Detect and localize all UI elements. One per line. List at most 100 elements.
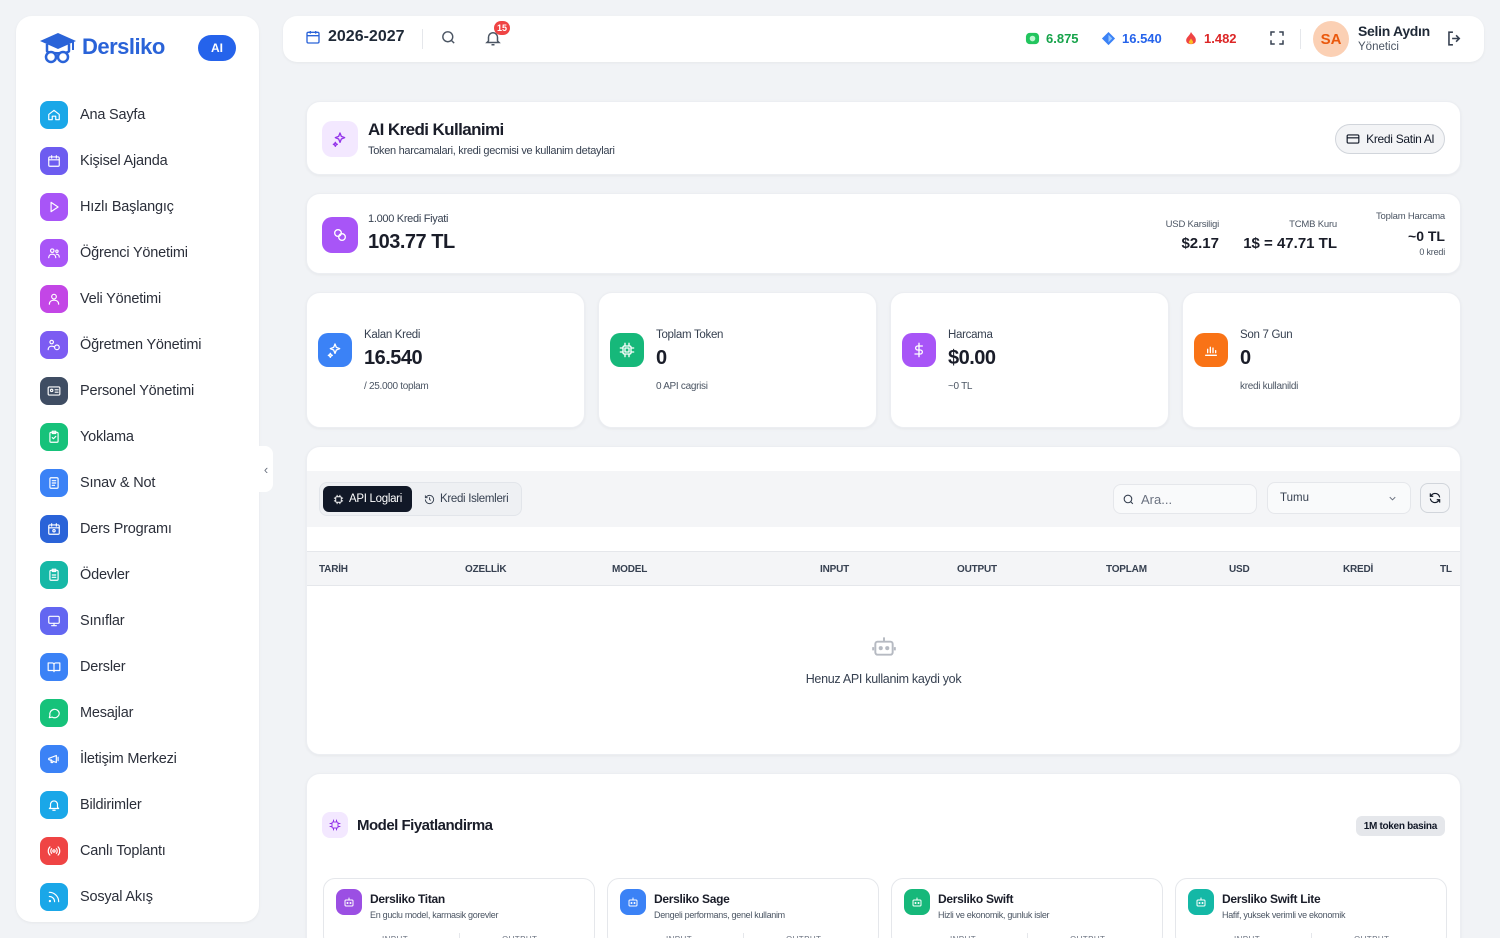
column-header[interactable]: OZELLİK [465,564,507,575]
sidebar-item-7[interactable]: Yoklama [40,414,250,460]
nav-icon-box [40,837,68,865]
column-header[interactable]: KREDİ [1343,564,1373,575]
nav-icon-box [40,101,68,129]
stat-card-2: Harcama $0.00 ~0 TL [890,292,1169,428]
column-header[interactable]: MODEL [612,564,647,575]
sidebar-item-6[interactable]: Personel Yönetimi [40,368,250,414]
filter-value: Tumu [1280,492,1309,504]
bell-icon [48,800,60,811]
column-header[interactable]: OUTPUT [957,564,997,575]
empty-state-text: Henuz API kullanim kaydi yok [805,672,962,686]
stat-icon-box [1194,333,1228,367]
logs-filter-select[interactable]: Tumu [1267,482,1411,514]
search-icon [442,31,455,44]
search-button[interactable] [440,29,457,51]
model-card-1[interactable]: Dersliko Sage Dengeli performans, genel k… [607,878,879,938]
sidebar-item-9[interactable]: Ders Programı [40,506,250,552]
sidebar-item-3[interactable]: Öğrenci Yönetimi [40,230,250,276]
users-icon [48,248,60,259]
column-header[interactable]: TARİH [319,564,348,575]
homework-icon [49,568,59,581]
nav-icon-box [40,285,68,313]
header-icon-box [322,121,358,157]
sidebar-item-4[interactable]: Veli Yönetimi [40,276,250,322]
column-header[interactable]: INPUT [820,564,849,575]
column-header[interactable]: USD [1229,564,1250,575]
sidebar-item-15[interactable]: Bildirimler [40,782,250,828]
sidebar-item-label: Veli Yönetimi [80,291,161,307]
avatar[interactable]: SA [1313,21,1349,57]
user-group-icon [48,293,60,305]
sidebar-item-13[interactable]: Mesajlar [40,690,250,736]
user-name: Selin Aydın [1358,23,1430,39]
sidebar-item-label: Öğretmen Yönetimi [80,337,202,353]
logs-search-input[interactable]: Ara... [1113,484,1257,514]
stat-value: 0 [656,347,667,369]
coins-stat[interactable]: 6.875 [1025,31,1079,46]
sidebar-item-1[interactable]: Kişisel Ajanda [40,138,250,184]
stat-icon-box [610,333,644,367]
play-icon [50,201,59,213]
stat-sub: ~0 TL [948,381,973,392]
sidebar-item-0[interactable]: Ana Sayfa [40,92,250,138]
sidebar-item-17[interactable]: Sosyal Akış [40,874,250,920]
sidebar-item-8[interactable]: Sınav & Not [40,460,250,506]
pricing-unit-badge: 1M token basina [1355,816,1445,836]
academic-year: 2026-2027 [328,28,405,45]
sidebar-item-10[interactable]: Ödevler [40,552,250,598]
sidebar-item-5[interactable]: Öğretmen Yönetimi [40,322,250,368]
sidebar-item-11[interactable]: Sınıflar [40,598,250,644]
sidebar-item-14[interactable]: İletişim Merkezi [40,736,250,782]
sidebar-item-16[interactable]: Canlı Toplantı [40,828,250,874]
fullscreen-button[interactable] [1268,29,1286,52]
sidebar-item-12[interactable]: Dersler [40,644,250,690]
logs-table-header: TARİH OZELLİK MODEL INPUT OUTPUT TOPLAM USD KRE… [307,551,1460,586]
page-title: AI Kredi Kullanimi [368,120,504,139]
academic-year-selector[interactable]: 2026-2027 [305,28,405,46]
calendar-icon [48,155,60,167]
stat-sub: 0 API cagrisi [656,381,708,392]
nav-icon-box [40,193,68,221]
column-header[interactable]: TOPLAM [1106,564,1147,575]
stat-label: Kalan Kredi [364,329,421,341]
sidebar-item-2[interactable]: Hızlı Başlangıç [40,184,250,230]
model-card-2[interactable]: Dersliko Swift Hizli ve ekonomik, gunluk … [891,878,1163,938]
ai-badge[interactable]: AI [198,35,236,61]
total-spend-label: Toplam Harcama [1375,211,1445,222]
tab-api-logs[interactable]: API Loglari [323,486,412,512]
model-icon-box [904,889,930,915]
stat-sub: / 25.000 toplam [364,381,429,392]
logout-button[interactable] [1445,29,1464,53]
chip-icon [619,342,635,358]
streak-stat[interactable]: 1.482 [1184,31,1237,46]
page-header-card: AI Kredi Kullanimi Token harcamalari, kr… [306,101,1461,175]
divider [1300,29,1301,49]
nav-icon-box [40,515,68,543]
model-icon-box [336,889,362,915]
gems-value: 16.540 [1122,31,1162,46]
buy-credit-button[interactable]: Kredi Satin Al [1335,124,1445,154]
nav-icon-box [40,883,68,911]
stat-value: 0 [1240,347,1251,369]
sidebar-item-label: Dersler [80,659,126,675]
column-header[interactable]: TL [1440,564,1452,575]
model-card-0[interactable]: Dersliko Titan En guclu model, karmasik g… [323,878,595,938]
bar-chart-icon [1205,346,1217,356]
brand-logo[interactable]: Dersliko [38,30,165,64]
chevron-down-icon [1389,496,1396,501]
model-card-3[interactable]: Dersliko Swift Lite Hafif, yuksek verimli… [1175,878,1447,938]
sidebar-collapse-button[interactable]: ‹ [259,446,273,492]
stat-card-1: Toplam Token 0 0 API cagrisi [598,292,877,428]
pricing-title: Model Fiyatlandirma [357,817,493,834]
model-icon-box [620,889,646,915]
sidebar-item-label: Hızlı Başlangıç [80,199,174,215]
refresh-button[interactable] [1420,483,1450,513]
gems-stat[interactable]: 16.540 [1101,31,1162,46]
topbar: 2026-2027 15 6.875 16.540 1.482 SA Selin… [283,16,1484,62]
divider [743,933,744,938]
search-placeholder: Ara... [1141,491,1173,507]
streak-value: 1.482 [1204,31,1237,46]
tab-credit-transactions[interactable]: Kredi Islemleri [414,486,518,512]
sidebar-item-label: Sınav & Not [80,475,156,491]
coins-icon [334,229,346,241]
